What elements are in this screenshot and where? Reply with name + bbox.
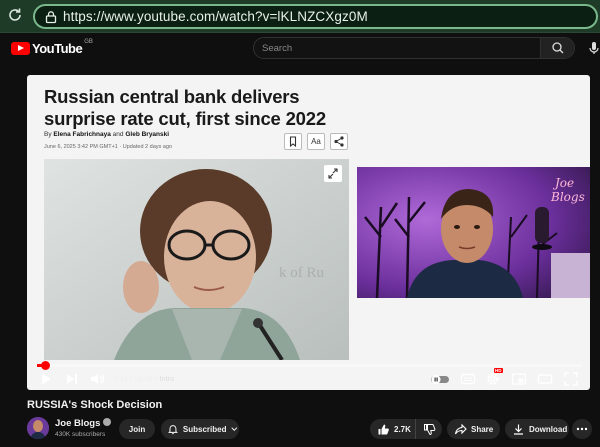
- hd-badge: HD: [494, 368, 503, 373]
- next-button[interactable]: [64, 371, 80, 387]
- like-dislike-group: 2.7K: [370, 419, 442, 439]
- browser-toolbar: https://www.youtube.com/watch?v=lKLNZCXg…: [0, 0, 600, 33]
- thumbs-down-icon: [423, 423, 435, 435]
- subscribed-button[interactable]: Subscribed: [161, 419, 239, 439]
- expand-image-button: [324, 165, 342, 182]
- byline-and: and: [112, 131, 124, 138]
- subtitles-icon: [460, 373, 476, 385]
- search-icon: [552, 42, 564, 54]
- share-icon: [334, 136, 344, 147]
- subtitles-button[interactable]: [460, 371, 476, 387]
- theater-icon: [537, 374, 553, 384]
- article-dateline: June 6, 2025 3:42 PM GMT+1 · Updated 2 d…: [44, 144, 172, 150]
- channel-name[interactable]: Joe Blogs: [55, 418, 112, 429]
- chapter-chevron-icon: ›: [174, 374, 180, 383]
- join-label: Join: [128, 424, 146, 434]
- article-headline: Russian central bank delivers surprise r…: [44, 86, 326, 129]
- country-code: GB: [84, 39, 93, 45]
- search-box: [253, 37, 575, 59]
- miniplayer-button[interactable]: [511, 371, 527, 387]
- neon-sign-line1: Joe: [552, 176, 574, 190]
- chapter-title[interactable]: Intro: [159, 374, 174, 383]
- thumbs-up-icon: [378, 424, 389, 434]
- logo-text: YouTube: [32, 40, 83, 56]
- channel-name-text[interactable]: Joe Blogs: [55, 418, 100, 429]
- verified-icon: [103, 418, 112, 427]
- more-horizontal-icon: [576, 427, 588, 431]
- fullscreen-icon: [564, 372, 578, 386]
- site-info-icon[interactable]: [44, 10, 58, 24]
- gear-icon: [487, 373, 499, 385]
- author-name: Gleb Bryanski: [125, 131, 170, 138]
- current-time: 0:14: [113, 374, 128, 383]
- share-button[interactable]: Share: [447, 419, 500, 439]
- url-text[interactable]: https://www.youtube.com/watch?v=lKLNZCXg…: [63, 9, 368, 24]
- progress-bar[interactable]: [37, 361, 582, 370]
- share-article-button: [330, 133, 348, 150]
- article-photo: k of Ru: [44, 159, 349, 360]
- bell-icon: [167, 425, 178, 435]
- youtube-play-icon: [11, 41, 30, 55]
- next-icon: [67, 374, 77, 384]
- expand-icon: [328, 168, 338, 179]
- join-button[interactable]: Join: [119, 419, 155, 439]
- like-button[interactable]: 2.7K: [370, 419, 416, 439]
- text-size-button: Aa: [307, 133, 325, 150]
- byline-prefix: By: [44, 131, 52, 138]
- voice-search-button[interactable]: [585, 39, 600, 57]
- settings-button[interactable]: HD: [485, 368, 503, 387]
- article-byline: By Elena Fabrichnaya and Gleb Bryanski: [44, 131, 169, 138]
- video-player[interactable]: Russian central bank delivers surprise r…: [27, 75, 590, 390]
- youtube-logo[interactable]: YouTube GB: [11, 39, 93, 56]
- subscribed-label: Subscribed: [182, 424, 227, 434]
- miniplayer-icon: [511, 373, 527, 385]
- neon-sign-line2: Blogs: [550, 190, 585, 204]
- address-bar[interactable]: https://www.youtube.com/watch?v=lKLNZCXg…: [33, 4, 598, 29]
- fullscreen-button[interactable]: [563, 371, 579, 387]
- volume-button[interactable]: [89, 371, 105, 387]
- reload-icon[interactable]: [6, 7, 24, 25]
- bookmark-icon: [289, 136, 297, 148]
- theater-mode-button[interactable]: [537, 371, 553, 387]
- volume-icon: [91, 374, 104, 384]
- svg-text:k of Ru: k of Ru: [279, 265, 325, 281]
- download-button[interactable]: Download: [505, 419, 569, 439]
- autoplay-toggle-icon: [431, 375, 449, 384]
- more-actions-button[interactable]: [572, 419, 592, 439]
- share-arrow-icon: [454, 423, 467, 434]
- dislike-button[interactable]: [416, 419, 442, 439]
- search-input[interactable]: [254, 38, 541, 58]
- subscriber-count: 430K subscribers: [55, 431, 106, 438]
- presenter-facecam: Joe Blogs: [357, 167, 590, 298]
- duration: 16:58: [133, 374, 153, 383]
- youtube-header: YouTube GB: [0, 33, 600, 63]
- video-title: RUSSIA's Shock Decision: [27, 399, 163, 411]
- search-button[interactable]: [540, 38, 574, 58]
- download-icon: [514, 424, 523, 435]
- autoplay-toggle[interactable]: [430, 371, 450, 387]
- bookmark-button: [284, 133, 302, 150]
- microphone-icon: [589, 42, 599, 54]
- player-controls: 0:14 / 16:58 • Intro › HD: [27, 368, 590, 389]
- channel-avatar[interactable]: [27, 417, 49, 439]
- time-display: 0:14 / 16:58 • Intro ›: [113, 374, 179, 383]
- play-button[interactable]: [38, 371, 54, 387]
- share-label: Share: [471, 424, 494, 434]
- download-label: Download: [529, 424, 568, 434]
- author-name: Elena Fabrichnaya: [53, 131, 111, 138]
- chevron-down-icon: [231, 427, 238, 431]
- like-count: 2.7K: [394, 424, 411, 434]
- play-icon: [42, 373, 51, 385]
